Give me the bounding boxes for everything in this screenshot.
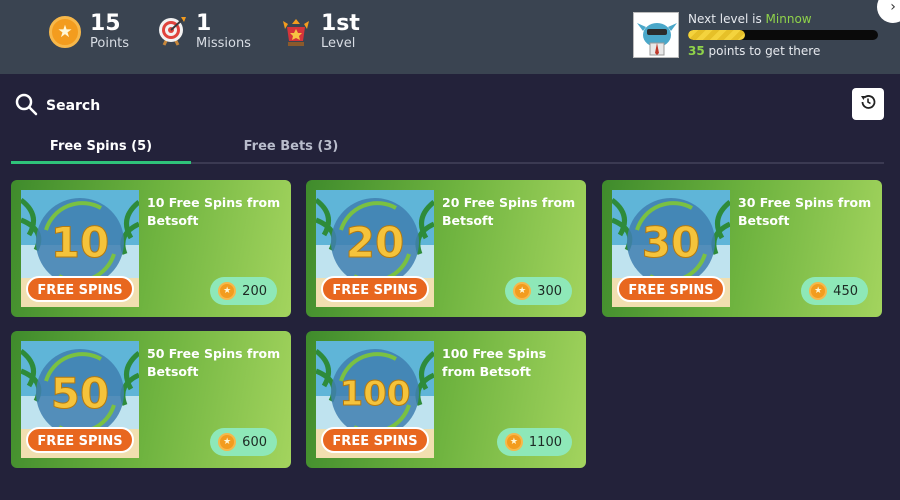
level-value: 1st [321, 11, 360, 36]
offer-title: 30 Free Spins from Betsoft [738, 195, 872, 228]
free-spins-image: 10 FREE SPINS [21, 190, 139, 307]
spin-count: 50 [51, 369, 109, 418]
free-spins-badge: FREE SPINS [37, 283, 122, 298]
offer-card[interactable]: 10 FREE SPINS 10 Free Spins from Betsoft… [11, 180, 291, 317]
star-coin-icon: ★ [218, 433, 237, 451]
star-coin-icon: ★ [48, 15, 82, 49]
price-button[interactable]: ★ 300 [505, 277, 572, 305]
free-spins-badge: FREE SPINS [37, 434, 122, 449]
search-button[interactable]: Search [14, 92, 100, 120]
free-spins-image: 100 FREE SPINS [316, 341, 434, 458]
offer-card[interactable]: 50 FREE SPINS 50 Free Spins from Betsoft… [11, 331, 291, 468]
star-coin-icon: ★ [513, 282, 532, 300]
next-level-text: Next level is Minnow [688, 12, 812, 26]
missions-label: Missions [196, 36, 251, 51]
offer-card[interactable]: 20 FREE SPINS 20 Free Spins from Betsoft… [306, 180, 586, 317]
points-stat: ★ 15 Points [48, 12, 129, 52]
offer-title: 50 Free Spins from Betsoft [147, 346, 281, 379]
price-value: 200 [242, 283, 267, 299]
offer-card[interactable]: 30 FREE SPINS 30 Free Spins from Betsoft… [602, 180, 882, 317]
free-spins-image: 20 FREE SPINS [316, 190, 434, 307]
free-spins-image: 50 FREE SPINS [21, 341, 139, 458]
next-level-prefix: Next level is [688, 12, 762, 26]
top-header: ★ 15 Points 1 Missions 1st Level Next le… [0, 0, 900, 74]
search-icon [14, 92, 38, 120]
level-avatar [633, 12, 679, 58]
price-button[interactable]: ★ 600 [210, 428, 277, 456]
price-button[interactable]: ★ 1100 [496, 428, 572, 456]
history-icon [859, 93, 877, 115]
star-coin-icon: ★ [809, 282, 828, 300]
free-spins-badge: FREE SPINS [332, 434, 417, 449]
offer-title: 100 Free Spins from Betsoft [442, 346, 547, 379]
offer-title: 10 Free Spins from Betsoft [147, 195, 281, 228]
spin-count: 10 [51, 218, 109, 267]
target-icon [154, 15, 188, 49]
level-stat: 1st Level [279, 12, 360, 52]
price-button[interactable]: ★ 200 [210, 277, 277, 305]
offer-card[interactable]: 100 FREE SPINS 100 Free Spins from Betso… [306, 331, 586, 468]
spin-count: 30 [642, 218, 700, 267]
missions-stat: 1 Missions [154, 12, 251, 52]
points-needed-text: 35 points to get there [688, 44, 820, 58]
spin-count: 20 [346, 218, 404, 267]
price-value: 1100 [528, 434, 562, 450]
history-button[interactable] [852, 88, 884, 120]
tab-bar: Free Spins (5) Free Bets (3) [11, 134, 884, 164]
price-value: 450 [833, 283, 858, 299]
search-label: Search [46, 98, 101, 114]
star-coin-icon: ★ [504, 433, 523, 451]
trophy-icon [279, 15, 313, 49]
points-needed-value: 35 [688, 44, 705, 58]
star-coin-icon: ★ [218, 282, 237, 300]
free-spins-badge: FREE SPINS [332, 283, 417, 298]
next-level-name: Minnow [765, 12, 812, 26]
price-value: 300 [537, 283, 562, 299]
points-needed-suffix: points to get there [708, 44, 821, 58]
price-value: 600 [242, 434, 267, 450]
missions-value: 1 [196, 11, 212, 36]
free-spins-image: 30 FREE SPINS [612, 190, 730, 307]
level-progress-bar [688, 30, 878, 40]
price-button[interactable]: ★ 450 [801, 277, 868, 305]
tab-free-bets[interactable]: Free Bets (3) [201, 134, 381, 164]
points-label: Points [90, 36, 130, 51]
points-value: 15 [90, 11, 121, 36]
level-label: Level [321, 36, 356, 51]
chevron-right-icon[interactable]: › [877, 0, 900, 23]
free-spins-badge: FREE SPINS [628, 283, 713, 298]
level-progress-fill [688, 30, 745, 40]
offer-title: 20 Free Spins from Betsoft [442, 195, 576, 228]
tab-free-spins[interactable]: Free Spins (5) [11, 134, 191, 164]
spin-count: 100 [340, 374, 411, 414]
